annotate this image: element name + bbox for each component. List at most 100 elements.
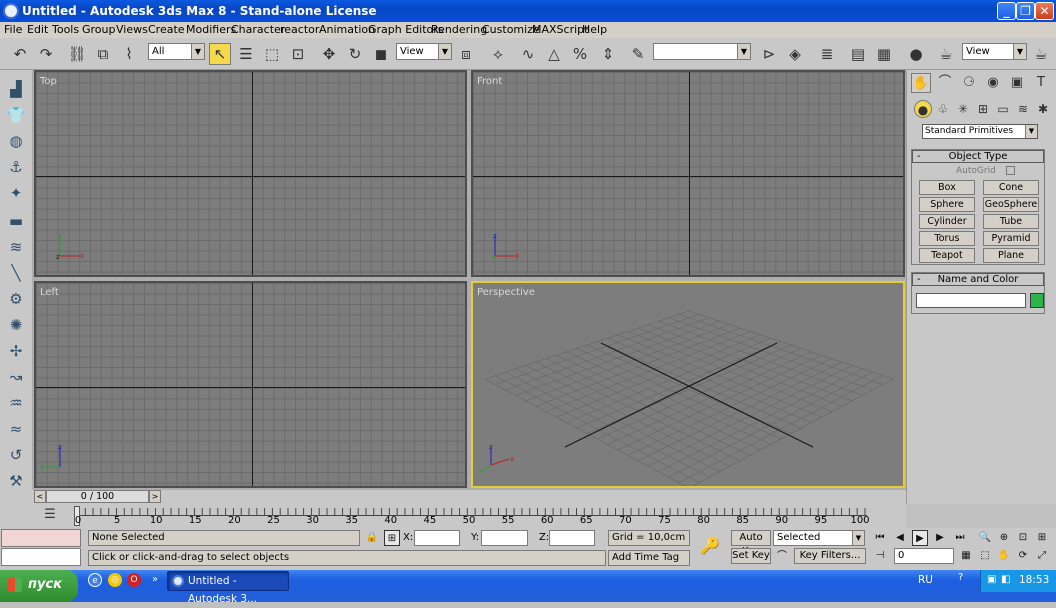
create-tab-icon[interactable]: ✋ <box>911 73 931 93</box>
maximize-viewport-icon[interactable]: ⤢ <box>1034 548 1050 564</box>
layer-manager-icon[interactable]: ≣ <box>816 43 838 65</box>
viewport-label[interactable]: Top <box>40 76 57 87</box>
menu-modifiers[interactable]: Modifiers <box>186 23 236 36</box>
previous-frame-icon[interactable]: ◀ <box>892 530 908 546</box>
percent-snap-icon[interactable]: % <box>569 43 591 65</box>
soft-body-collection-icon[interactable]: ◍ <box>5 130 27 152</box>
cylinder-button[interactable]: Cylinder <box>919 214 975 229</box>
sphere-button[interactable]: Sphere <box>919 197 975 212</box>
menu-group[interactable]: Group <box>82 23 116 36</box>
reference-coordinate-dropdown[interactable]: View ▼ <box>396 43 452 60</box>
name-and-color-header[interactable]: - Name and Color <box>912 273 1044 286</box>
region-zoom-icon[interactable]: ⬚ <box>977 548 993 564</box>
arc-rotate-icon[interactable]: ⟳ <box>1015 548 1031 564</box>
absolute-mode-icon[interactable]: ⊞ <box>384 530 400 546</box>
schematic-view-icon[interactable]: ▦ <box>873 43 895 65</box>
deforming-mesh-icon[interactable]: ✦ <box>5 182 27 204</box>
constraint-solver-icon[interactable]: ≈ <box>5 418 27 440</box>
zoom-extents-icon[interactable]: ⊡ <box>1015 530 1031 546</box>
minimize-button[interactable]: _ <box>997 2 1016 20</box>
key-mode-toggle-icon[interactable]: ⊣ <box>872 548 888 564</box>
x-coordinate-input[interactable] <box>414 530 460 546</box>
pyramid-button[interactable]: Pyramid <box>983 231 1039 246</box>
motor-icon[interactable]: ⚙ <box>5 288 27 310</box>
toy-car-icon[interactable]: ✢ <box>5 340 27 362</box>
zoom-extents-all-icon[interactable]: ⊞ <box>1034 530 1050 546</box>
align-icon[interactable]: ◈ <box>784 43 806 65</box>
menu-animation[interactable]: Animation <box>319 23 375 36</box>
edit-named-selection-icon[interactable]: ✎ <box>627 43 649 65</box>
object-name-input[interactable] <box>916 293 1026 308</box>
volume-icon[interactable]: ◧ <box>1001 574 1010 585</box>
select-by-name-icon[interactable]: ☰ <box>235 43 257 65</box>
render-scene-icon[interactable]: ☕ <box>935 43 957 65</box>
lights-icon[interactable]: ✳ <box>954 100 972 118</box>
hinge-icon[interactable]: ⚒ <box>5 470 27 492</box>
plane-button[interactable]: Plane <box>983 248 1039 263</box>
rectangular-selection-icon[interactable]: ⬚ <box>261 43 283 65</box>
menu-edit[interactable]: Edit <box>27 23 48 36</box>
quicklaunch-expand-icon[interactable]: » <box>148 573 162 587</box>
next-frame-icon[interactable]: ▶ <box>932 530 948 546</box>
rigid-body-collection-icon[interactable]: ▟ <box>5 78 27 100</box>
named-selection-sets-dropdown[interactable]: ▼ <box>653 43 751 60</box>
box-button[interactable]: Box <box>919 180 975 195</box>
snaps-toggle-icon[interactable]: ∿ <box>517 43 539 65</box>
redo-icon[interactable]: ↷ <box>35 43 57 65</box>
manipulate-icon[interactable]: ⟡ <box>487 43 509 65</box>
menu-create[interactable]: Create <box>148 23 185 36</box>
time-slider-next[interactable]: > <box>149 490 161 503</box>
track-bar[interactable]: ☰ 0 5 10 15 20 25 30 35 40 45 50 55 60 65 70 75 80 85 90 95… <box>0 504 906 528</box>
menu-maxscript[interactable]: MAXScript <box>532 23 588 36</box>
spring-icon[interactable]: ≋ <box>5 236 27 258</box>
spinner-snap-icon[interactable]: ⇕ <box>597 43 619 65</box>
set-key-button[interactable]: Set Key <box>731 548 771 564</box>
default-tangents-icon[interactable]: ⌒ <box>774 549 790 565</box>
viewport-left[interactable]: Left zy <box>34 281 467 488</box>
y-coordinate-input[interactable] <box>481 530 528 546</box>
auto-key-button[interactable]: Auto Key <box>731 530 771 557</box>
select-object-icon[interactable]: ↖ <box>209 43 231 65</box>
render-type-dropdown[interactable]: View ▼ <box>962 43 1027 60</box>
teapot-button[interactable]: Teapot <box>919 248 975 263</box>
display-tab-icon[interactable]: ▣ <box>1007 73 1027 93</box>
time-slider-thumb[interactable]: 0 / 100 <box>46 490 149 503</box>
undo-icon[interactable]: ↶ <box>9 43 31 65</box>
menu-rendering[interactable]: Rendering <box>431 23 487 36</box>
object-color-swatch[interactable] <box>1030 293 1044 308</box>
cameras-icon[interactable]: ⊞ <box>974 100 992 118</box>
torus-button[interactable]: Torus <box>919 231 975 246</box>
lock-selection-icon[interactable]: 🔒 <box>364 530 380 546</box>
wind-icon[interactable]: ✺ <box>5 314 27 336</box>
tray-help-icon[interactable]: ? <box>958 572 963 583</box>
menu-file[interactable]: File <box>4 23 22 36</box>
primitive-category-dropdown[interactable]: Standard Primitives ▼ <box>922 124 1038 139</box>
fracture-icon[interactable]: ↝ <box>5 366 27 388</box>
current-frame-input[interactable]: 0 <box>894 548 954 564</box>
viewport-front[interactable]: Front z x y <box>471 70 905 277</box>
helpers-icon[interactable]: ▭ <box>994 100 1012 118</box>
maximize-button[interactable]: ❐ <box>1016 2 1035 20</box>
plane-icon[interactable]: ▬ <box>5 210 27 232</box>
viewport-top[interactable]: Top y x z <box>34 70 467 277</box>
select-and-link-icon[interactable]: ⛓ <box>66 43 88 65</box>
object-type-header[interactable]: - Object Type <box>912 150 1044 163</box>
mirror-icon[interactable]: ⊳ <box>758 43 780 65</box>
motion-tab-icon[interactable]: ◉ <box>983 73 1003 93</box>
modify-tab-icon[interactable]: ⌒ <box>935 73 955 93</box>
opera-icon[interactable]: O <box>127 573 141 587</box>
time-configuration-icon[interactable]: ▦ <box>958 548 974 564</box>
add-time-tag-button[interactable]: Add Time Tag <box>608 550 690 566</box>
key-filters-button[interactable]: Key Filters... <box>794 548 866 564</box>
menu-tools[interactable]: Tools <box>52 23 79 36</box>
key-icon[interactable]: 🔑 <box>698 538 722 554</box>
systems-icon[interactable]: ✱ <box>1034 100 1052 118</box>
ie-icon[interactable]: e <box>88 573 102 587</box>
selection-filter-dropdown[interactable]: All ▼ <box>148 43 205 60</box>
go-to-start-icon[interactable]: ⏮ <box>872 530 888 546</box>
select-and-move-icon[interactable]: ✥ <box>318 43 340 65</box>
material-editor-icon[interactable]: ● <box>905 43 927 65</box>
quick-render-icon[interactable]: ☕ <box>1030 43 1052 65</box>
go-to-end-icon[interactable]: ⏭ <box>952 530 968 546</box>
angle-snap-icon[interactable]: △ <box>543 43 565 65</box>
